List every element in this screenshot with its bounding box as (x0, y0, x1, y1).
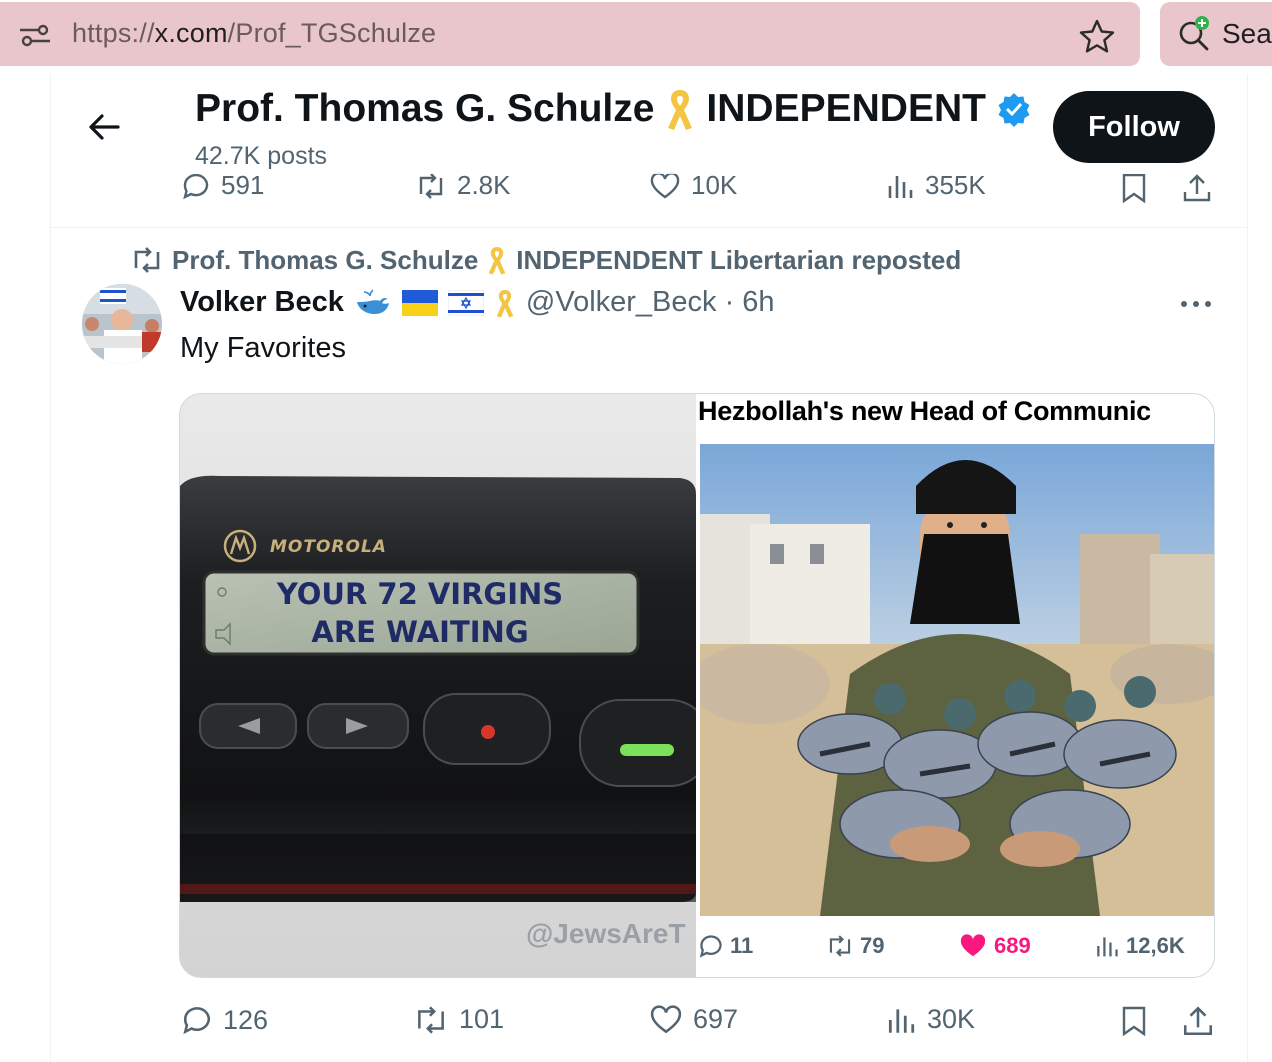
tweet-header: Volker Beck @Volker_Beck · 6h (180, 286, 775, 319)
inner-repost-stat: 79 (826, 933, 884, 959)
profile-header: Prof. Thomas G. Schulze INDEPENDENT 42.7… (51, 74, 1247, 174)
repost-icon (829, 935, 851, 957)
prev-reply-count: 591 (221, 170, 265, 200)
avatar[interactable] (82, 284, 162, 364)
posts-count: 42.7K posts (195, 142, 328, 170)
ukraine-flag-icon (401, 289, 438, 316)
url-scheme: https:// (72, 18, 155, 48)
share-icon[interactable] (1181, 172, 1213, 204)
share-icon[interactable] (1181, 1004, 1215, 1038)
reply-button[interactable]: 126 (181, 1004, 268, 1036)
tweet-text: My Favorites (180, 332, 346, 364)
reply-count: 126 (223, 1004, 269, 1035)
like-button[interactable]: 697 (649, 1004, 738, 1035)
page-title: Prof. Thomas G. Schulze INDEPENDENT (195, 86, 1032, 132)
search-chip-label: Sea (1222, 18, 1272, 49)
bookmark-icon[interactable] (1119, 172, 1149, 204)
views-button[interactable]: 30K (885, 1004, 975, 1035)
prev-like-count: 10K (691, 170, 738, 200)
israel-flag-icon (447, 289, 484, 316)
heart-filled-icon (960, 934, 986, 957)
prev-views-action[interactable]: 355K (885, 170, 986, 201)
tweet-actions: 126 101 697 30K (51, 996, 1247, 1052)
prev-like-action[interactable]: 10K (649, 170, 737, 201)
whale-icon (356, 288, 389, 314)
tweet-media[interactable]: MOTOROLA YOUR 72 VIRGINS ARE WAITING @Je… (179, 393, 1215, 978)
url-host: x.com (154, 18, 228, 48)
pager-line-1: YOUR 72 VIRGINS (276, 577, 563, 611)
browser-toolbar: https://x.com/Prof_TGSchulze Sea (0, 0, 1272, 74)
views-icon (1097, 937, 1118, 957)
search-plus-icon (1179, 16, 1209, 51)
like-count: 697 (693, 1004, 739, 1034)
image-watermark: @JewsAreT (526, 918, 686, 949)
inner-like-count: 689 (994, 933, 1031, 958)
prev-repost-action[interactable]: 2.8K (415, 170, 511, 201)
repost-author-name: Prof. Thomas G. Schulze (172, 244, 479, 275)
more-options-icon[interactable] (1178, 292, 1214, 316)
url-text[interactable]: https://x.com/Prof_TGSchulze (72, 18, 436, 49)
views-icon (888, 1008, 915, 1033)
repost-attribution[interactable]: Prof. Thomas G. Schulze INDEPENDENT Libe… (130, 244, 961, 276)
verified-badge-icon (998, 93, 1030, 127)
pigeons-image[interactable]: Hezbollah's new Head of Communic 11 79 6… (696, 394, 1214, 977)
pager-brand: MOTOROLA (270, 537, 387, 557)
inner-reply-count: 11 (730, 933, 754, 958)
tweet-divider (51, 227, 1247, 228)
prev-repost-count: 2.8K (457, 170, 511, 200)
prev-reply-action[interactable]: 591 (181, 170, 264, 201)
pager-image[interactable]: MOTOROLA YOUR 72 VIRGINS ARE WAITING @Je… (180, 394, 711, 977)
inner-views-count: 12,6K (1126, 933, 1185, 958)
profile-name-suffix: INDEPENDENT (706, 87, 986, 130)
repost-icon (419, 172, 443, 199)
repost-button[interactable]: 101 (413, 1004, 504, 1035)
repost-icon (418, 1005, 444, 1034)
prev-views-count: 355K (925, 170, 986, 200)
heart-icon (650, 1004, 682, 1033)
views-icon (888, 175, 913, 198)
bookmark-icon[interactable] (1119, 1004, 1149, 1038)
yellow-ribbon-icon (496, 289, 514, 317)
back-arrow-icon[interactable] (87, 110, 121, 144)
star-icon[interactable] (1078, 18, 1116, 54)
url-path: /Prof_TGSchulze (227, 18, 437, 48)
tune-icon[interactable] (18, 22, 52, 50)
author-handle-time[interactable]: @Volker_Beck · 6h (526, 286, 775, 319)
search-chip[interactable]: Sea (1160, 2, 1272, 66)
inner-reply-stat: 11 (698, 933, 753, 959)
follow-button[interactable]: Follow (1053, 91, 1215, 163)
address-bar[interactable]: https://x.com/Prof_TGSchulze (0, 2, 1140, 66)
inner-views-stat: 12,6K (1094, 933, 1185, 959)
views-count: 30K (927, 1004, 976, 1034)
pager-line-2: ARE WAITING (311, 615, 528, 649)
profile-name: Prof. Thomas G. Schulze (195, 87, 655, 130)
previous-tweet-actions: 591 2.8K 10K 355K (51, 166, 1247, 226)
repost-count: 101 (459, 1004, 505, 1034)
repost-icon (134, 247, 160, 273)
yellow-ribbon-icon (668, 90, 693, 130)
yellow-ribbon-icon (489, 246, 506, 275)
repost-label: INDEPENDENT Libertarian reposted (516, 244, 962, 275)
inner-like-stat: 689 (958, 933, 1031, 959)
author-name[interactable]: Volker Beck (180, 286, 344, 319)
heart-icon (650, 171, 680, 198)
image-headline: Hezbollah's new Head of Communic (698, 396, 1151, 426)
inner-repost-count: 79 (860, 933, 885, 958)
reply-icon (183, 1007, 210, 1035)
reply-icon (699, 935, 722, 958)
reply-icon (183, 173, 209, 199)
embedded-tweet-stats: 11 79 689 12,6K (696, 929, 1214, 969)
